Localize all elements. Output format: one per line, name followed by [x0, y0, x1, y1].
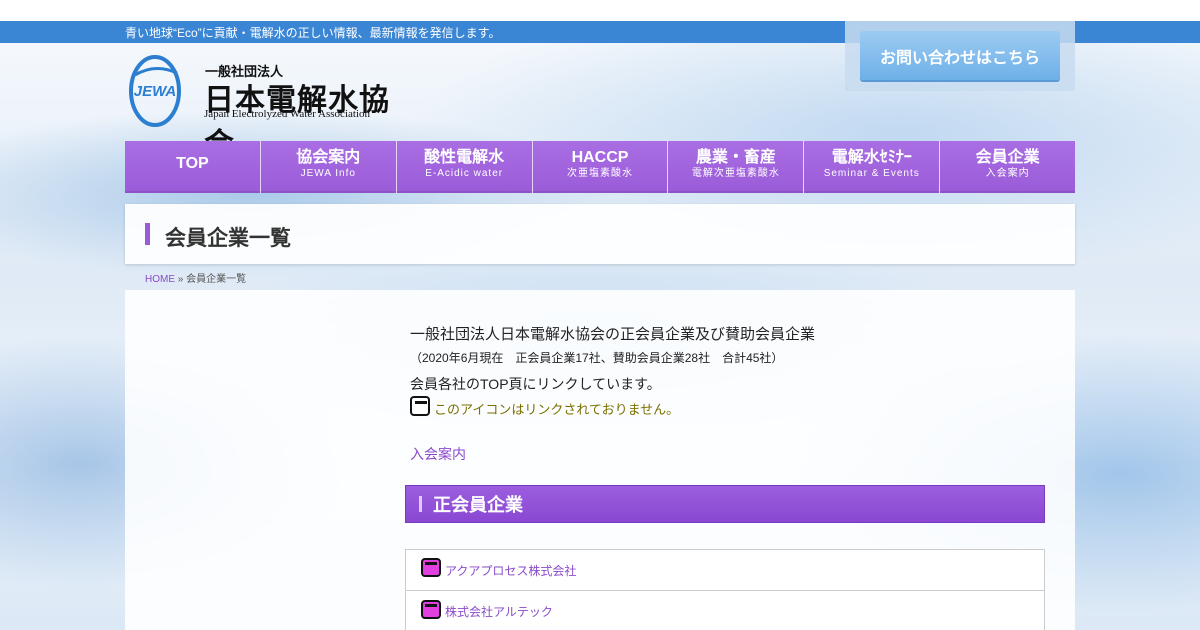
- nav-label: 農業・畜産: [695, 148, 776, 166]
- nav-item-about[interactable]: 協会案内 JEWA Info: [260, 141, 397, 193]
- site-logo[interactable]: JEWA 一般社団法人 日本電解水協会 Japan Electrolyzed W…: [125, 55, 405, 162]
- nav-label: 電解水ｾﾐﾅｰ: [831, 148, 912, 166]
- nav-label: HACCP: [571, 148, 629, 166]
- nav-item-acidic-water[interactable]: 酸性電解水 E-Acidic water: [396, 141, 533, 193]
- page-title-box: 会員企業一覧: [125, 204, 1075, 264]
- logo-mark-text: JEWA: [134, 83, 177, 100]
- nav-sublabel: 入会案内: [985, 167, 1030, 179]
- nav-item-seminar[interactable]: 電解水ｾﾐﾅｰ Seminar & Events: [804, 141, 941, 193]
- nav-label: 会員企業: [975, 148, 1040, 166]
- main-content: 一般社団法人日本電解水協会の正会員企業及び賛助会員企業 （2020年6月現在 正…: [125, 290, 1075, 630]
- nav-sublabel: E-Acidic water: [425, 167, 504, 179]
- icon-note: このアイコンはリンクされておりません。: [410, 395, 680, 418]
- contact-button[interactable]: お問い合わせはこちら: [860, 31, 1060, 80]
- window-icon: [410, 395, 430, 416]
- window-icon: [421, 558, 441, 577]
- nav-sublabel: JEWA Info: [300, 167, 356, 179]
- nav-item-agriculture[interactable]: 農業・畜産 電解次亜塩素酸水: [668, 141, 805, 193]
- logo-english-name: Japan Electrolyzed Water Association: [204, 108, 370, 120]
- breadcrumb-home-link[interactable]: HOME: [145, 274, 175, 285]
- nav-label: 酸性電解水: [424, 148, 505, 166]
- member-link[interactable]: アクアプロセス株式会社: [445, 562, 576, 579]
- icon-note-text: このアイコンはリンクされておりません。: [434, 402, 680, 417]
- nav-item-top[interactable]: TOP: [125, 141, 261, 193]
- link-note: 会員各社のTOP頁にリンクしています。: [410, 376, 661, 392]
- jewa-logo-icon: JEWA: [129, 55, 181, 127]
- window-icon: [421, 599, 441, 619]
- list-item[interactable]: アクアプロセス株式会社: [406, 550, 1044, 591]
- list-item[interactable]: 株式会社アルテック: [406, 591, 1044, 630]
- nav-sublabel: 電解次亜塩素酸水: [691, 167, 780, 179]
- breadcrumb: HOME » 会員企業一覧: [145, 270, 246, 285]
- site-tagline: 青い地球“Eco”に貢献・電解水の正しい情報、最新情報を発信します。: [125, 26, 501, 40]
- breadcrumb-current: 会員企業一覧: [186, 274, 247, 285]
- nav-sublabel: Seminar & Events: [823, 167, 920, 179]
- breadcrumb-separator: »: [177, 274, 184, 285]
- join-info-link[interactable]: 入会案内: [410, 444, 466, 464]
- nav-sublabel: 次亜塩素酸水: [567, 167, 633, 179]
- nav-label: 協会案内: [296, 148, 361, 166]
- member-list: アクアプロセス株式会社 株式会社アルテック: [405, 549, 1045, 630]
- member-counts: （2020年6月現在 正会員企業17社、賛助会員企業28社 合計45社）: [410, 351, 784, 365]
- page-title: 会員企業一覧: [165, 227, 291, 250]
- section-heading-regular-members: 正会員企業: [405, 485, 1045, 523]
- main-nav: TOP 協会案内 JEWA Info 酸性電解水 E-Acidic water …: [125, 141, 1076, 193]
- nav-item-haccp[interactable]: HACCP 次亜塩素酸水: [532, 141, 669, 193]
- nav-label: TOP: [176, 154, 209, 172]
- member-link[interactable]: 株式会社アルテック: [445, 603, 553, 620]
- nav-item-members[interactable]: 会員企業 入会案内: [940, 141, 1076, 193]
- intro-text: 一般社団法人日本電解水協会の正会員企業及び賛助会員企業: [410, 326, 816, 343]
- title-accent-bar: [145, 223, 150, 245]
